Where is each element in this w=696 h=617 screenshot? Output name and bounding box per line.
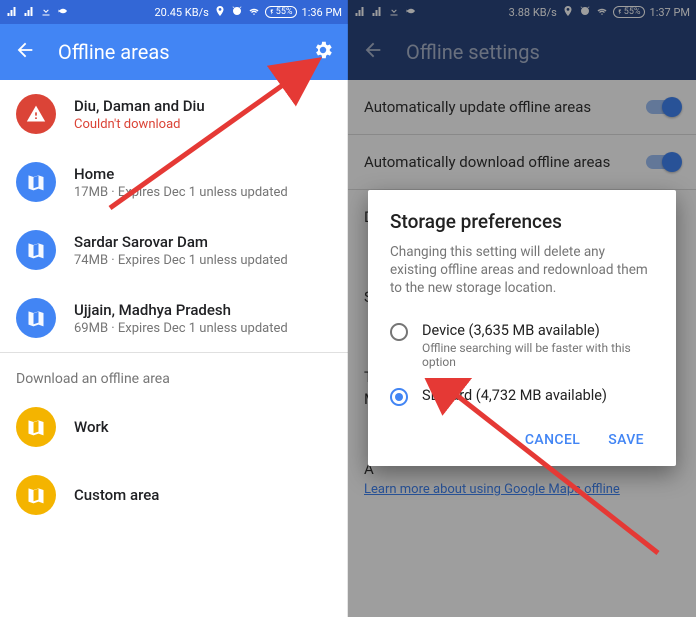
page-title: Offline areas bbox=[58, 40, 290, 64]
area-row[interactable]: Diu, Daman and Diu Couldn't download bbox=[0, 80, 348, 148]
alert-icon bbox=[16, 94, 56, 134]
map-icon bbox=[16, 475, 56, 515]
radio-icon bbox=[390, 388, 408, 406]
map-icon bbox=[16, 407, 56, 447]
area-subtitle: 74MB · Expires Dec 1 unless updated bbox=[74, 253, 288, 268]
download-title: Custom area bbox=[74, 486, 159, 504]
status-bar: 20.45 KB/s 55% 1:36 PM bbox=[0, 0, 348, 24]
clock-time: 1:36 PM bbox=[302, 6, 342, 19]
download-section-label: Download an offline area bbox=[0, 353, 348, 393]
area-row[interactable]: Home 17MB · Expires Dec 1 unless updated bbox=[0, 148, 348, 216]
map-icon bbox=[16, 162, 56, 202]
back-icon[interactable] bbox=[14, 39, 36, 66]
area-subtitle: Couldn't download bbox=[74, 117, 205, 132]
option-device-sub: Offline searching will be faster with th… bbox=[422, 341, 654, 369]
download-list: Work Custom area bbox=[0, 393, 348, 529]
map-icon bbox=[16, 298, 56, 338]
offline-areas-list: Diu, Daman and Diu Couldn't download Hom… bbox=[0, 80, 348, 352]
battery-indicator: 55% bbox=[265, 6, 297, 18]
area-title: Home bbox=[74, 165, 288, 183]
wifi-icon bbox=[248, 5, 260, 20]
storage-preferences-dialog: Storage preferences Changing this settin… bbox=[368, 190, 676, 466]
dialog-body: Changing this setting will delete any ex… bbox=[390, 243, 654, 298]
option-device[interactable]: Device (3,635 MB available) Offline sear… bbox=[390, 314, 654, 379]
download-title: Work bbox=[74, 418, 109, 436]
map-icon bbox=[16, 230, 56, 270]
option-sd-card[interactable]: SD card (4,732 MB available) bbox=[390, 379, 654, 416]
phone-right: 3.88 KB/s 55% 1:37 PM Offline settings A… bbox=[348, 0, 696, 617]
dialog-title: Storage preferences bbox=[390, 210, 654, 233]
signal-icon-2 bbox=[23, 5, 35, 20]
save-button[interactable]: SAVE bbox=[598, 424, 654, 456]
option-sd-label: SD card (4,732 MB available) bbox=[422, 387, 607, 404]
area-row[interactable]: Ujjain, Madhya Pradesh 69MB · Expires De… bbox=[0, 284, 348, 352]
gear-icon[interactable] bbox=[312, 39, 334, 66]
area-title: Diu, Daman and Diu bbox=[74, 97, 205, 115]
area-row[interactable]: Sardar Sarovar Dam 74MB · Expires Dec 1 … bbox=[0, 216, 348, 284]
area-title: Ujjain, Madhya Pradesh bbox=[74, 301, 288, 319]
cancel-button[interactable]: CANCEL bbox=[515, 424, 590, 456]
signal-icon bbox=[6, 5, 18, 20]
alarm-icon bbox=[231, 5, 243, 20]
option-device-label: Device (3,635 MB available) bbox=[422, 322, 654, 339]
data-rate: 20.45 KB/s bbox=[154, 6, 208, 19]
fish-icon bbox=[57, 5, 69, 20]
app-bar: Offline areas bbox=[0, 24, 348, 80]
area-subtitle: 69MB · Expires Dec 1 unless updated bbox=[74, 321, 288, 336]
radio-icon bbox=[390, 323, 408, 341]
area-subtitle: 17MB · Expires Dec 1 unless updated bbox=[74, 185, 288, 200]
download-row[interactable]: Custom area bbox=[0, 461, 348, 529]
location-icon bbox=[214, 5, 226, 20]
area-title: Sardar Sarovar Dam bbox=[74, 233, 288, 251]
phone-left: 20.45 KB/s 55% 1:36 PM Offline areas Diu… bbox=[0, 0, 348, 617]
download-row[interactable]: Work bbox=[0, 393, 348, 461]
download-icon bbox=[40, 5, 52, 20]
